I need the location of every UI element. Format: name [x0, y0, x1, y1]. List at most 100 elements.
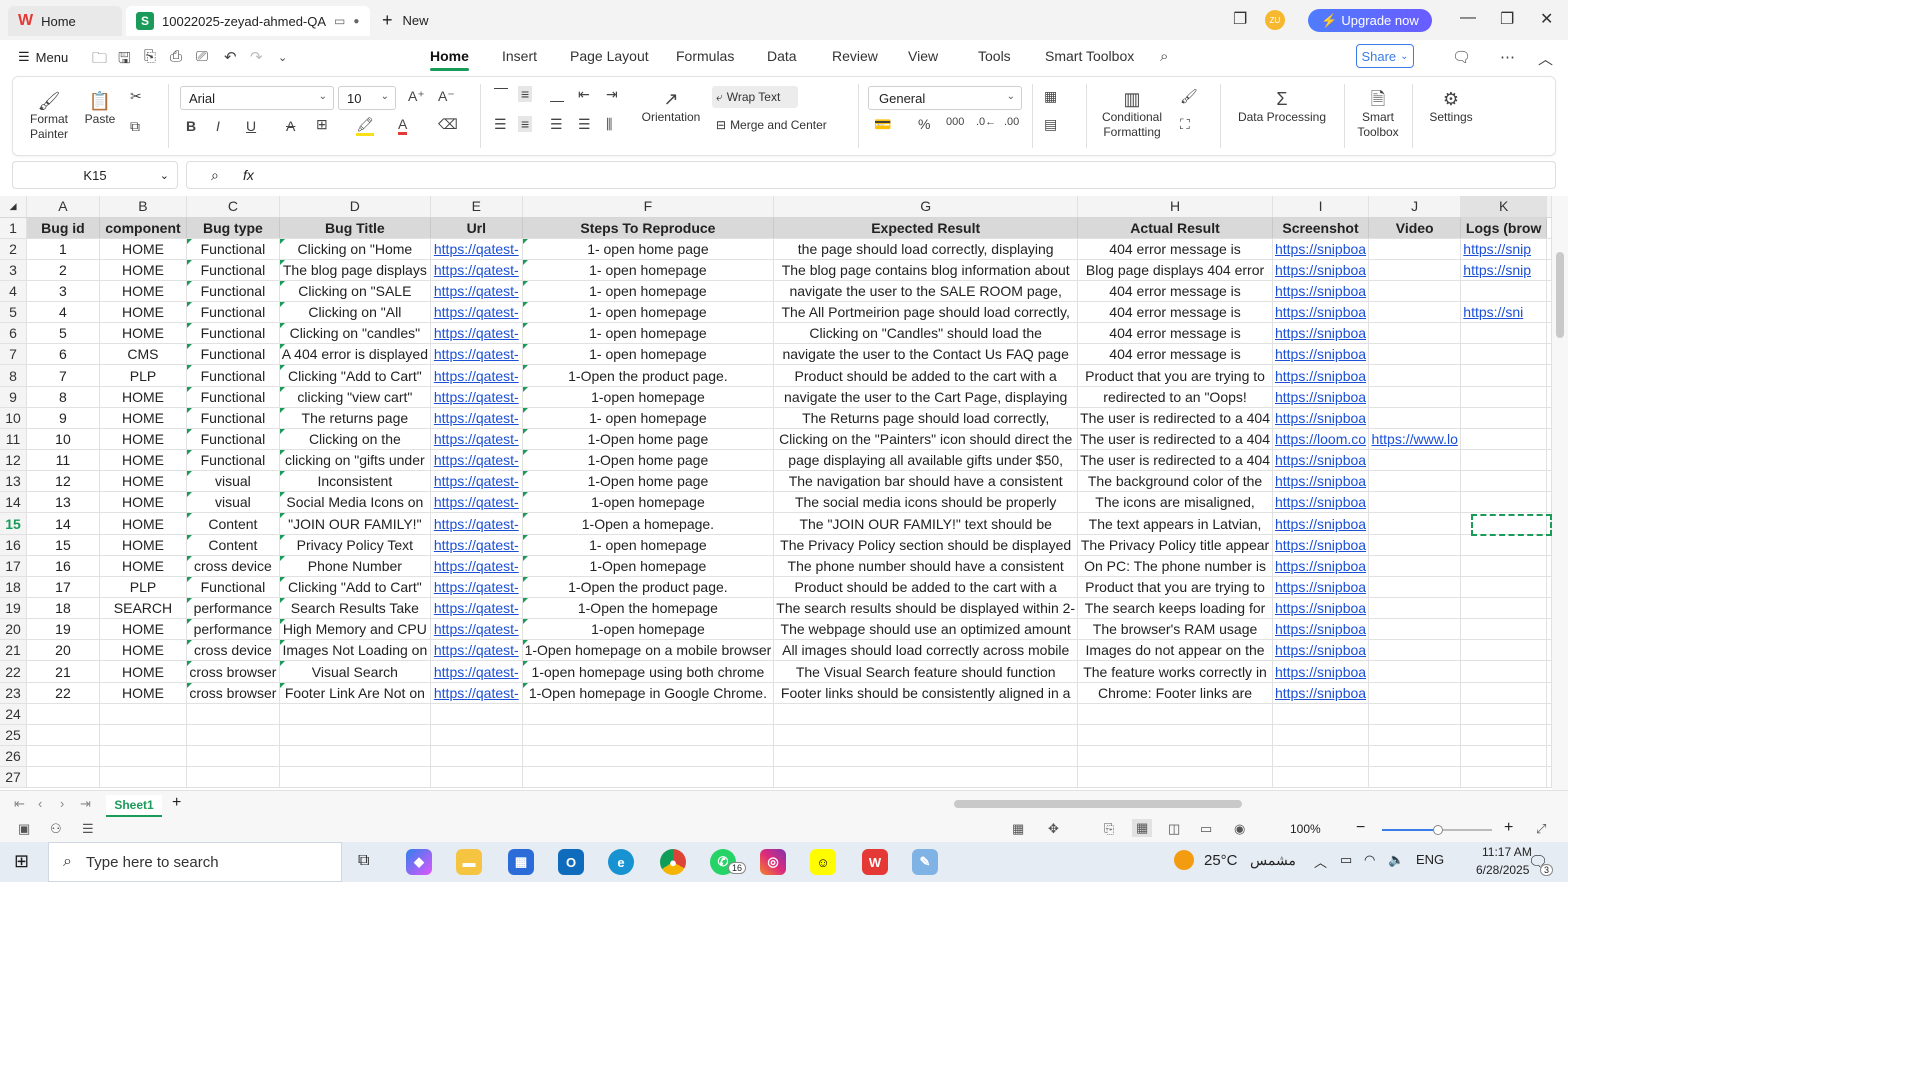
ribbon-tab-insert[interactable]: Insert — [502, 48, 537, 64]
last-sheet-icon[interactable]: ⇥ — [80, 796, 91, 812]
print-icon[interactable]: ⎙ — [170, 48, 182, 65]
row-header[interactable]: 21 — [0, 639, 28, 662]
empty-cell[interactable] — [99, 724, 188, 747]
table-cell[interactable]: The returns page — [279, 407, 432, 429]
zoom-lens-icon[interactable]: ⌕ — [211, 167, 219, 184]
table-cell[interactable]: cross device — [186, 639, 280, 662]
table-cell[interactable]: performance — [186, 618, 280, 641]
table-cell[interactable]: The social media icons should be properl… — [773, 491, 1079, 514]
column-header-c[interactable]: C — [186, 196, 280, 218]
empty-cell[interactable] — [773, 766, 1079, 789]
table-cell[interactable]: https://snipboa — [1272, 491, 1370, 514]
table-cell[interactable]: 1-Open home page — [522, 470, 775, 493]
cell-borders-icon[interactable]: ⛶ — [1180, 116, 1190, 133]
table-cell[interactable]: https://qatest- — [430, 618, 523, 641]
table-cell[interactable]: clicking on "gifts under — [279, 449, 432, 472]
table-cell[interactable]: 17 — [26, 576, 100, 599]
share-button[interactable]: Share ⌄ — [1356, 44, 1414, 68]
empty-cell[interactable] — [1368, 766, 1462, 789]
paint-icon[interactable]: ✎ — [912, 849, 938, 875]
table-cell[interactable]: https://snipboa — [1272, 660, 1370, 683]
table-cell[interactable]: clicking "view cart" — [279, 386, 432, 408]
table-cell[interactable]: Product should be added to the cart with… — [773, 364, 1079, 387]
windows-start-icon[interactable]: ⊞ — [14, 851, 29, 872]
table-cell[interactable]: 1-Open the homepage — [522, 597, 775, 620]
table-cell[interactable]: Clicking on "All — [279, 301, 432, 324]
next-sheet-icon[interactable]: › — [60, 796, 64, 811]
zoom-level[interactable]: 100% — [1290, 822, 1321, 836]
table-cell[interactable]: Functional — [186, 259, 280, 281]
restore-window-icon[interactable]: ❐ — [1233, 9, 1247, 29]
table-cell[interactable]: https://qatest- — [430, 534, 523, 556]
table-cell[interactable]: https://snipboa — [1272, 322, 1370, 345]
table-cell[interactable]: 13 — [26, 491, 100, 514]
table-cell[interactable]: Visual Search — [279, 660, 432, 683]
table-cell[interactable]: 18 — [26, 597, 100, 620]
table-cell[interactable]: https://qatest- — [430, 576, 523, 599]
row-header[interactable]: 24 — [0, 703, 28, 725]
sheet-tab-sheet1[interactable]: Sheet1 — [106, 795, 162, 817]
table-cell[interactable]: redirected to an "Oops! — [1077, 386, 1273, 408]
empty-cell[interactable] — [1546, 576, 1552, 599]
language-indicator[interactable]: ENG — [1416, 852, 1444, 867]
table-cell[interactable]: Clicking "Add to Cart" — [279, 364, 432, 387]
table-cell[interactable]: Product should be added to the cart with… — [773, 576, 1079, 599]
tab-home[interactable]: W Home — [8, 6, 122, 36]
table-cell[interactable]: HOME — [99, 618, 188, 641]
table-cell[interactable]: The blog page contains blog information … — [773, 259, 1079, 281]
empty-cell[interactable] — [430, 703, 523, 725]
formula-input[interactable]: ⌕ fx — [186, 161, 1556, 189]
table-cell[interactable]: HOME — [99, 301, 188, 324]
row-header[interactable]: 1 — [0, 217, 28, 239]
tab-document[interactable]: S 10022025-zeyad-ahmed-QA ▭ ● — [126, 6, 370, 36]
table-cell[interactable] — [1368, 534, 1462, 556]
table-cell[interactable]: HOME — [99, 238, 188, 260]
decrease-font-icon[interactable]: A⁻ — [438, 88, 455, 105]
first-sheet-icon[interactable]: ⇤ — [14, 796, 25, 812]
empty-cell[interactable] — [1546, 766, 1552, 789]
justify-icon[interactable]: ☰ — [578, 116, 591, 133]
table-cell[interactable]: Functional — [186, 364, 280, 387]
fullscreen-icon[interactable]: ⤢ — [1536, 821, 1546, 837]
empty-cell[interactable] — [1272, 703, 1370, 725]
header-cell[interactable]: Bug type — [186, 217, 280, 239]
empty-cell[interactable] — [26, 724, 100, 747]
table-cell[interactable]: 2 — [26, 259, 100, 281]
table-cell[interactable] — [1368, 343, 1462, 366]
collapse-ribbon-icon[interactable]: ︿ — [1538, 48, 1553, 69]
page-layout-view-icon[interactable]: ▭ — [1200, 821, 1212, 837]
table-cell[interactable]: Footer Link Are Not on — [279, 682, 432, 704]
table-cell[interactable]: 1-Open homepage in Google Chrome. — [522, 682, 775, 704]
row-header[interactable]: 11 — [0, 428, 28, 451]
table-cell[interactable]: HOME — [99, 407, 188, 429]
table-cell[interactable]: HOME — [99, 512, 188, 535]
table-cell[interactable]: https://qatest- — [430, 512, 523, 535]
table-cell[interactable]: The search keeps loading for — [1077, 597, 1273, 620]
column-header-e[interactable]: E — [430, 196, 523, 218]
table-cell[interactable]: Search Results Take — [279, 597, 432, 620]
row-header[interactable]: 8 — [0, 364, 28, 387]
table-cell[interactable]: Footer links should be consistently alig… — [773, 682, 1079, 704]
header-cell[interactable]: component — [99, 217, 188, 239]
table-cell[interactable]: https://qatest- — [430, 660, 523, 683]
empty-cell[interactable] — [1546, 322, 1552, 345]
empty-cell[interactable] — [1546, 407, 1552, 429]
empty-cell[interactable] — [279, 766, 432, 789]
empty-cell[interactable] — [1077, 703, 1273, 725]
table-cell[interactable]: https://snipboa — [1272, 386, 1370, 408]
table-cell[interactable]: Clicking on the — [279, 428, 432, 451]
row-header[interactable]: 3 — [0, 259, 28, 281]
table-cell[interactable] — [1368, 322, 1462, 345]
empty-cell[interactable] — [1272, 766, 1370, 789]
table-cell[interactable]: HOME — [99, 491, 188, 514]
table-cell[interactable] — [1460, 682, 1547, 704]
weather-icon[interactable] — [1174, 850, 1194, 870]
empty-cell[interactable] — [1077, 745, 1273, 768]
freeze-icon[interactable]: ✥ — [1048, 821, 1059, 837]
table-cell[interactable]: 404 error message is — [1077, 322, 1273, 345]
table-cell[interactable]: https://qatest- — [430, 407, 523, 429]
table-cell[interactable]: The Returns page should load correctly, — [773, 407, 1079, 429]
ribbon-tab-review[interactable]: Review — [832, 48, 878, 64]
table-cell[interactable]: 8 — [26, 386, 100, 408]
table-cell[interactable]: visual — [186, 491, 280, 514]
